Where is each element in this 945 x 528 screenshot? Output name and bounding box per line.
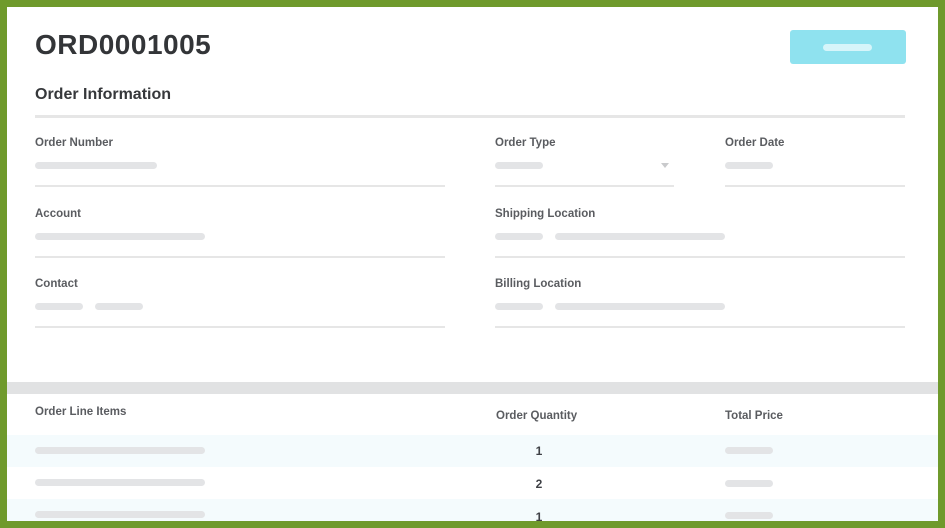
- order-type-label: Order Type: [495, 137, 556, 149]
- line-item-name-placeholder: [35, 479, 205, 486]
- total-price-placeholder: [725, 480, 773, 487]
- section-divider: [35, 115, 905, 118]
- shipping-location-field[interactable]: [495, 226, 905, 258]
- billing-location-field[interactable]: [495, 296, 905, 328]
- order-number-value-placeholder: [35, 162, 157, 169]
- order-detail-page: ORD0001005 Order Information Order Numbe…: [7, 7, 938, 521]
- quantity-cell: 1: [535, 510, 543, 521]
- billing-location-value-placeholder: [495, 303, 543, 310]
- line-item-name-placeholder: [35, 447, 205, 454]
- order-date-field[interactable]: [725, 155, 905, 187]
- field-underline: [725, 185, 905, 187]
- field-underline: [495, 326, 905, 328]
- field-underline: [35, 185, 445, 187]
- table-row[interactable]: 2: [7, 467, 938, 499]
- column-header-total-price: Total Price: [725, 410, 783, 422]
- field-underline: [35, 326, 445, 328]
- field-underline: [495, 185, 674, 187]
- order-date-label: Order Date: [725, 137, 785, 149]
- contact-field[interactable]: [35, 296, 445, 328]
- primary-action-button[interactable]: [790, 30, 906, 64]
- order-type-value-placeholder: [495, 162, 543, 169]
- shipping-location-value-placeholder: [495, 233, 543, 240]
- account-label: Account: [35, 208, 81, 220]
- contact-value-placeholder: [95, 303, 143, 310]
- column-header-order-line-items: Order Line Items: [35, 406, 127, 418]
- billing-location-label: Billing Location: [495, 278, 582, 290]
- section-title: Order Information: [35, 86, 172, 103]
- order-date-value-placeholder: [725, 162, 773, 169]
- button-label-placeholder: [823, 44, 872, 51]
- contact-label: Contact: [35, 278, 78, 290]
- billing-location-value-placeholder: [555, 303, 725, 310]
- shipping-location-value-placeholder: [555, 233, 725, 240]
- quantity-cell: 2: [535, 477, 543, 491]
- total-price-placeholder: [725, 447, 773, 454]
- field-underline: [495, 256, 905, 258]
- account-value-placeholder: [35, 233, 205, 240]
- section-separator: [7, 382, 938, 394]
- table-row[interactable]: 1: [7, 435, 938, 467]
- line-item-name-placeholder: [35, 511, 205, 518]
- account-field[interactable]: [35, 226, 445, 258]
- table-row[interactable]: 1: [7, 499, 938, 521]
- column-header-order-quantity: Order Quantity: [496, 410, 578, 422]
- page-title: ORD0001005: [35, 29, 212, 60]
- contact-value-placeholder: [35, 303, 83, 310]
- field-underline: [35, 256, 445, 258]
- shipping-location-label: Shipping Location: [495, 208, 596, 220]
- order-number-field[interactable]: [35, 155, 445, 187]
- chevron-down-icon: [661, 163, 669, 168]
- quantity-cell: 1: [535, 444, 543, 458]
- order-number-label: Order Number: [35, 137, 113, 149]
- total-price-placeholder: [725, 512, 773, 519]
- order-type-select[interactable]: [495, 155, 674, 187]
